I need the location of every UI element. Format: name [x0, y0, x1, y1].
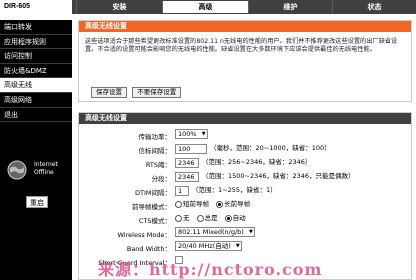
preamble-long-label: 长前导帧 — [224, 200, 251, 208]
tx-power-row: 传输功率： 100% ▼ — [79, 129, 409, 141]
dtim-input[interactable]: 1 — [175, 185, 189, 196]
intro-title: 高级无线设置 — [79, 21, 411, 32]
intro-panel: 高级无线设置 这些选项适合于那些希望更改标准设置的802.11 n无线电的性能的… — [78, 20, 412, 102]
tab-status[interactable]: 状态 — [332, 1, 416, 13]
rts-input[interactable]: 2346 — [175, 157, 199, 168]
preamble-row: 前导帧模式： 短前导帧 长前导帧 — [79, 199, 409, 211]
sidebar: 端口转发 应用程序规则 访问控制 防火墙&DMZ 高级无线 高级网络 退出 In… — [0, 20, 72, 280]
rts-hint: （范围：256~2346，缺省：2346） — [202, 158, 312, 166]
settings-panel: 高级无线设置 传输功率： 100% ▼ 信标间隔： 100 （毫秒，范围：20~10… — [78, 112, 412, 280]
wireless-mode-select[interactable]: 802.11 Mixed(n/g/b) ▼ — [175, 227, 255, 237]
main-content: 高级无线设置 这些选项适合于那些希望更改标准设置的802.11 n无线电的性能的… — [78, 20, 416, 280]
band-width-select[interactable]: 20/40 MHz(自动) ▼ — [175, 241, 242, 251]
sidebar-item-application-rules[interactable]: 应用程序规则 — [0, 35, 72, 50]
sidebar-item-firewall-dmz[interactable]: 防火墙&DMZ — [0, 64, 72, 79]
cts-none-radio[interactable] — [175, 215, 182, 222]
cts-auto-radio[interactable] — [224, 215, 232, 222]
dont-save-button[interactable]: 不要保存设置 — [132, 87, 182, 98]
rts-label: RTS阈： — [145, 161, 171, 169]
source-watermark: 来源：http://nctoro.com — [98, 260, 323, 279]
chevron-down-icon: ▼ — [235, 243, 240, 249]
settings-title: 高级无线设置 — [79, 113, 411, 124]
tab-maintenance[interactable]: 维护 — [248, 1, 332, 13]
band-width-row: Band Width： 20/40 MHz(自动) ▼ — [79, 241, 409, 253]
cts-row: CTS模式： 无 总是 自动 — [79, 213, 409, 225]
sidebar-item-advanced-wireless[interactable]: 高级无线 — [0, 78, 72, 93]
tx-power-label: 传输功率： — [138, 133, 172, 141]
reboot-button[interactable]: 重启 — [26, 196, 48, 208]
action-buttons: 保存设置 不要保存设置 — [91, 87, 184, 98]
tx-power-select[interactable]: 100% ▼ — [175, 129, 208, 139]
band-width-label: Band Width： — [126, 245, 171, 253]
globe-icon — [7, 160, 27, 180]
sidebar-item-advanced-network[interactable]: 高级网络 — [0, 93, 72, 108]
cts-label: CTS模式： — [138, 217, 171, 225]
rts-row: RTS阈： 2346 （范围：256~2346，缺省：2346） — [79, 157, 409, 169]
beacon-input[interactable]: 100 — [175, 143, 207, 154]
beacon-hint: （毫秒，范围：20~1000，缺省：100） — [210, 144, 331, 152]
band-width-value: 20/40 MHz(自动) — [178, 242, 231, 250]
sidebar-item-port-forwarding[interactable]: 端口转发 — [0, 20, 72, 35]
fragment-row: 分段： 2346 （范围：1500~2346，缺省：2346，只能是偶数） — [79, 171, 409, 183]
dtim-row: DTIM间隔： 1 （范围：1~255，缺省：1） — [79, 185, 409, 197]
status-line-offline: Offline — [34, 169, 54, 176]
fragment-input[interactable]: 2346 — [175, 171, 199, 182]
save-button[interactable]: 保存设置 — [91, 87, 127, 98]
preamble-short-radio[interactable] — [175, 201, 182, 208]
dtim-hint: （范围：1~255，缺省：1） — [192, 186, 277, 194]
intro-description: 这些选项适合于那些希望更改标准设置的802.11 n无线电的性能的用户。我们并不… — [85, 38, 398, 53]
cts-always-radio[interactable] — [196, 215, 204, 222]
preamble-label: 前导帧模式： — [132, 203, 171, 211]
beacon-label: 信标间隔： — [138, 147, 172, 155]
fragment-label: 分段： — [151, 175, 172, 183]
beacon-row: 信标间隔： 100 （毫秒，范围：20~1000，缺省：100） — [79, 143, 409, 155]
internet-status-text: Internet Offline — [34, 161, 58, 177]
cts-always-label: 总是 — [204, 214, 218, 222]
chevron-down-icon: ▼ — [248, 229, 253, 235]
internet-status: Internet Offline — [4, 157, 68, 189]
tx-power-value: 100% — [178, 130, 197, 138]
preamble-short-label: 短前导帧 — [183, 200, 209, 208]
preamble-long-radio[interactable] — [216, 201, 224, 208]
cts-none-label: 无 — [183, 214, 190, 222]
wireless-mode-label: Wireless Mode： — [117, 231, 171, 239]
top-nav-bar: DIR-605 安装 高级 维护 状态 — [0, 0, 416, 14]
chevron-down-icon: ▼ — [201, 131, 206, 137]
brand-logo: DIR-605 — [0, 0, 72, 14]
tab-setup[interactable]: 安装 — [76, 1, 162, 13]
fragment-hint: （范围：1500~2346，缺省：2346，只能是偶数） — [202, 172, 355, 180]
wireless-mode-value: 802.11 Mixed(n/g/b) — [178, 228, 244, 236]
sidebar-item-logout[interactable]: 退出 — [0, 108, 72, 123]
status-line-internet: Internet — [34, 161, 58, 168]
sidebar-item-access-control[interactable]: 访问控制 — [0, 49, 72, 64]
dtim-label: DTIM间隔： — [134, 189, 171, 197]
wireless-mode-row: Wireless Mode： 802.11 Mixed(n/g/b) ▼ — [79, 227, 409, 239]
tab-advanced[interactable]: 高级 — [162, 1, 248, 13]
cts-auto-label: 自动 — [232, 214, 246, 222]
